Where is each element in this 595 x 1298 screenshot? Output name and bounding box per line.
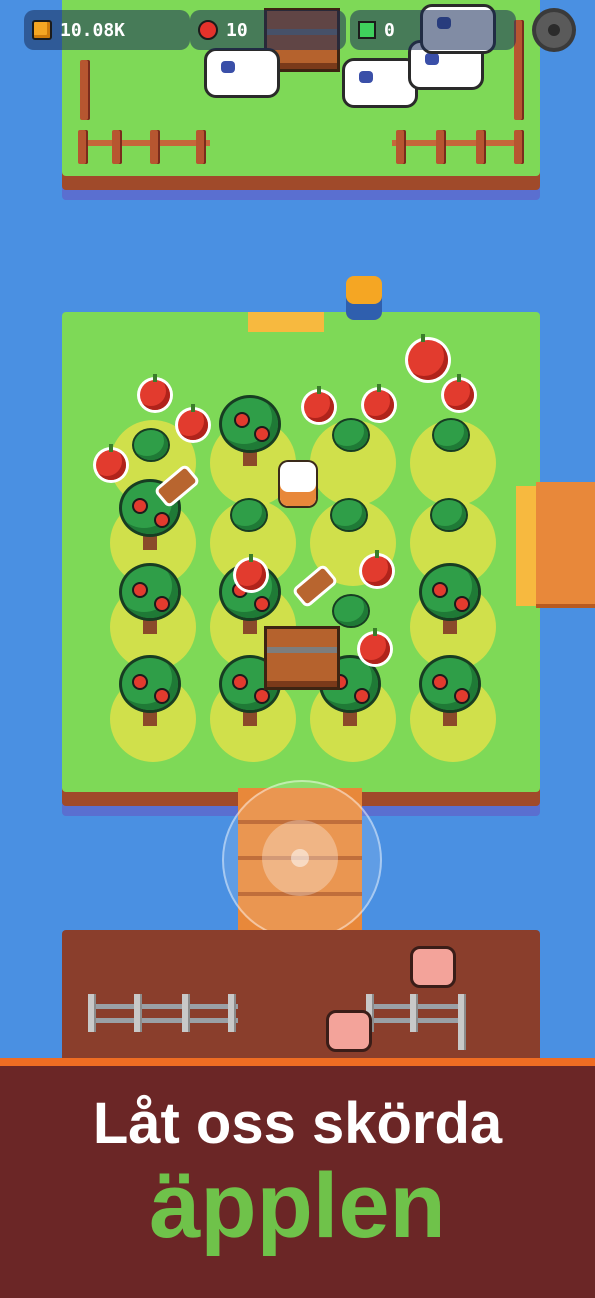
apple-drop[interactable] [362,550,392,586]
apple-drop[interactable] [360,628,390,664]
apple-drop[interactable] [408,334,448,380]
apple-icon [198,20,218,40]
fence-post [112,130,122,164]
apple-drop[interactable] [96,444,126,480]
sapling[interactable] [134,430,168,460]
apple-drop[interactable] [444,374,474,410]
headline-line-1: Låt oss skörda [92,1091,503,1156]
apple-fruit [256,690,268,702]
fence-post [88,994,96,1032]
gem-count: 0 [384,19,395,41]
apple-counter: 10 [190,10,346,50]
apple-fruit [456,690,468,702]
pig[interactable] [410,946,456,988]
tree-trunk [143,708,157,726]
apple-fruit [256,428,268,440]
apple-drop[interactable] [140,374,170,410]
apple-tree[interactable] [222,398,278,450]
gem-icon [358,21,376,39]
fence-rail [88,1018,238,1023]
apple-tree[interactable] [122,566,178,618]
pig[interactable] [326,1010,372,1052]
apple-fruit [134,584,146,596]
apple-drop[interactable] [364,384,394,420]
sapling[interactable] [434,420,468,450]
apple-drop[interactable] [304,386,334,422]
apple-fruit [434,676,446,688]
apple-fruit [434,584,446,596]
fence-post [514,130,524,164]
east-bridge [536,482,595,608]
tree-trunk [243,448,257,466]
sapling[interactable] [432,500,466,530]
apple-fruit [156,514,168,526]
fence-post [80,60,90,120]
headline-line-2: äpplen [149,1155,446,1257]
tree-trunk [143,616,157,634]
cow[interactable] [204,48,280,98]
apple-fruit [156,690,168,702]
sand-patch [248,312,324,332]
apple-tree[interactable] [422,658,478,710]
tree-trunk [243,708,257,726]
coin-icon [32,20,52,40]
apple-fruit [134,676,146,688]
gear-icon[interactable] [536,12,572,48]
fence-rail [88,1004,238,1009]
fence-post [78,130,88,164]
apple-drop[interactable] [236,554,266,590]
apple-fruit [134,500,146,512]
sapling[interactable] [334,596,368,626]
storage-chest[interactable] [264,626,340,690]
fence-post [182,994,190,1032]
apple-count: 10 [226,19,248,41]
tree-trunk [143,532,157,550]
tree-trunk [443,708,457,726]
joystick-knob[interactable] [262,820,338,896]
fence-post [228,994,236,1032]
tree-trunk [243,616,257,634]
cow[interactable] [342,58,418,108]
fence-rail [392,140,522,146]
apple-fruit [256,598,268,610]
apple-tree[interactable] [422,566,478,618]
apple-fruit [156,598,168,610]
fence-post [134,994,142,1032]
tree-trunk [343,708,357,726]
player-character[interactable] [280,462,316,506]
gem-counter: 0 [350,10,516,50]
fence-post [458,994,466,1050]
fence-post [150,130,160,164]
sapling[interactable] [334,420,368,450]
sapling[interactable] [332,500,366,530]
coin-count: 10.08K [60,19,126,41]
apple-drop[interactable] [178,404,208,440]
apple-fruit [234,676,246,688]
sapling[interactable] [232,500,266,530]
fence-post [410,994,418,1032]
farmer-npc[interactable] [346,276,382,320]
apple-fruit [236,414,248,426]
apple-fruit [456,598,468,610]
apple-tree[interactable] [122,658,178,710]
apple-fruit [356,690,368,702]
fence-rail [80,140,210,146]
promo-banner: Låt oss skörda äpplen [0,1058,595,1298]
fence-post [196,130,206,164]
coin-counter: 10.08K [24,10,190,50]
fence-post [476,130,486,164]
fence-post [436,130,446,164]
tree-trunk [443,616,457,634]
fence-post [396,130,406,164]
